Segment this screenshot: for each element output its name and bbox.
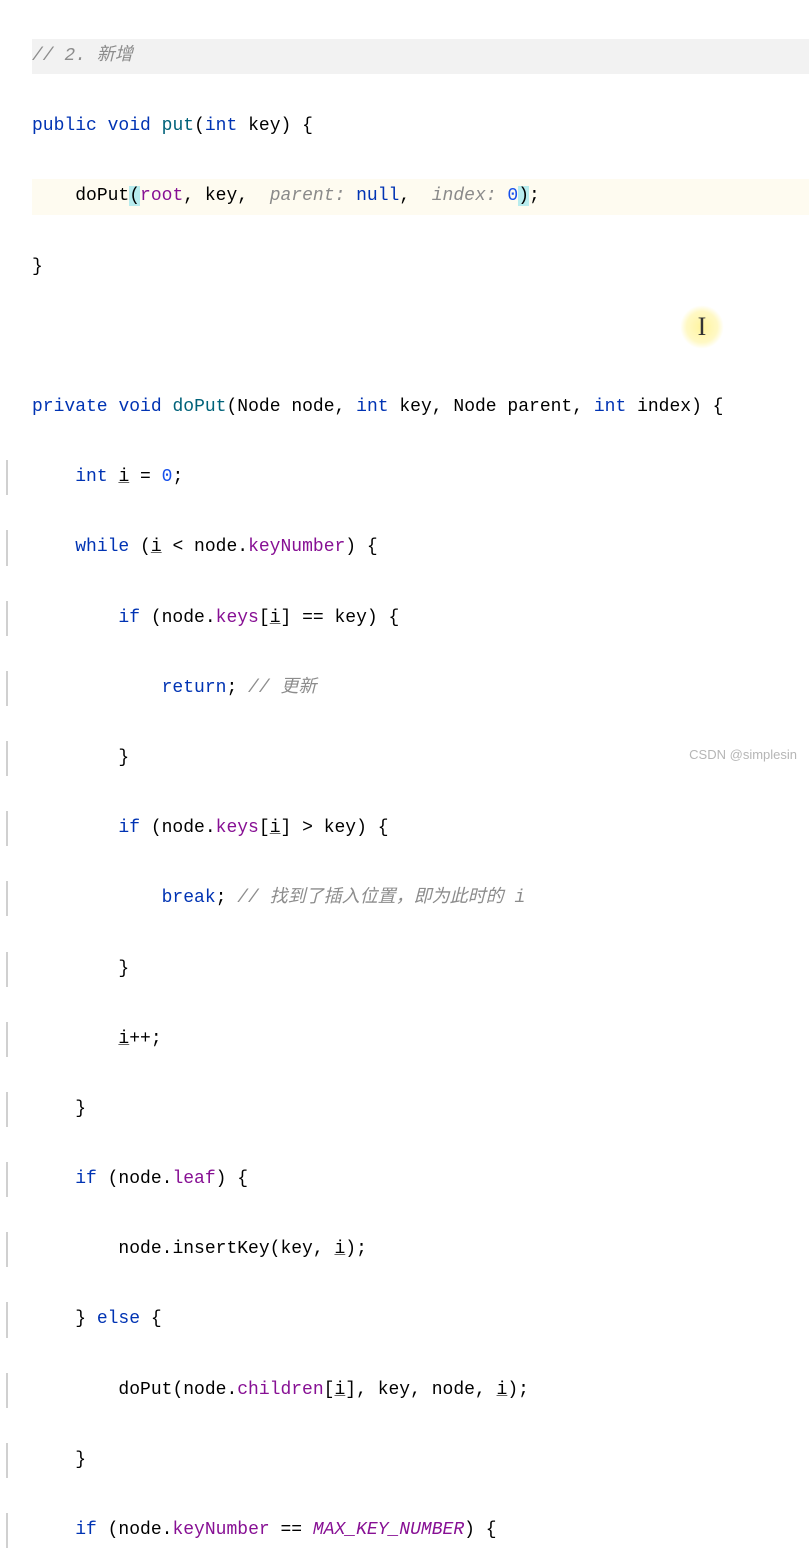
code-line: return; // 更新 bbox=[32, 671, 809, 706]
comment: // 找到了插入位置，即为此时的 i bbox=[237, 888, 525, 908]
param-hint: parent: bbox=[270, 186, 346, 206]
gutter-bar bbox=[6, 1162, 8, 1197]
identifier: i bbox=[270, 818, 281, 838]
field: keyNumber bbox=[248, 537, 345, 557]
field: leaf bbox=[172, 1169, 215, 1189]
gutter-bar bbox=[6, 1373, 8, 1408]
method-name: doPut bbox=[172, 397, 226, 417]
paren-highlight: ( bbox=[129, 186, 140, 206]
param-hint: index: bbox=[432, 186, 497, 206]
keyword: private bbox=[32, 397, 108, 417]
number: 0 bbox=[162, 467, 173, 487]
field: root bbox=[140, 186, 183, 206]
identifier: i bbox=[497, 1380, 508, 1400]
code-line: break; // 找到了插入位置，即为此时的 i bbox=[32, 881, 809, 916]
code-line: doPut(node.children[i], key, node, i); bbox=[32, 1373, 809, 1408]
gutter-bar bbox=[6, 741, 8, 776]
identifier: i bbox=[334, 1239, 345, 1259]
code-line: } bbox=[32, 250, 809, 285]
type: Node bbox=[453, 397, 496, 417]
comment: // 2. 新增 bbox=[32, 46, 133, 66]
param: key bbox=[399, 397, 431, 417]
param: key bbox=[248, 116, 280, 136]
method-call: doPut bbox=[118, 1380, 172, 1400]
field: keys bbox=[216, 818, 259, 838]
keyword: void bbox=[108, 116, 151, 136]
keyword: if bbox=[118, 818, 140, 838]
keyword: if bbox=[75, 1520, 97, 1540]
number: 0 bbox=[507, 186, 518, 206]
comment: // 更新 bbox=[248, 678, 316, 698]
paren-highlight: ) bbox=[518, 186, 529, 206]
keyword: null bbox=[356, 186, 399, 206]
keyword: int bbox=[205, 116, 237, 136]
gutter-bar bbox=[6, 811, 8, 846]
keyword: int bbox=[75, 467, 107, 487]
type: Node bbox=[237, 397, 280, 417]
gutter-bar bbox=[6, 881, 8, 916]
code-line: i++; bbox=[32, 1022, 809, 1057]
identifier: i bbox=[118, 1029, 129, 1049]
code-line: if (node.keys[i] == key) { bbox=[32, 601, 809, 636]
code-line: public void put(int key) { bbox=[32, 109, 809, 144]
field: children bbox=[237, 1380, 323, 1400]
code-line: if (node.leaf) { bbox=[32, 1162, 809, 1197]
identifier: i bbox=[334, 1380, 345, 1400]
keyword: else bbox=[97, 1309, 140, 1329]
keyword: return bbox=[162, 678, 227, 698]
code-line: } bbox=[32, 1092, 809, 1127]
code-line: if (node.keys[i] > key) { bbox=[32, 811, 809, 846]
code-editor[interactable]: // 2. 新增 public void put(int key) { doPu… bbox=[0, 0, 809, 1550]
watermark: CSDN @simplesin bbox=[689, 742, 797, 767]
code-line bbox=[32, 320, 809, 355]
gutter-bar bbox=[6, 1092, 8, 1127]
constant: MAX_KEY_NUMBER bbox=[313, 1520, 464, 1540]
keyword: if bbox=[118, 608, 140, 628]
gutter-bar bbox=[6, 601, 8, 636]
code-line: private void doPut(Node node, int key, N… bbox=[32, 390, 809, 425]
gutter-bar bbox=[6, 671, 8, 706]
field: keys bbox=[216, 608, 259, 628]
keyword: int bbox=[356, 397, 388, 417]
method-call: doPut bbox=[75, 186, 129, 206]
code-line: } bbox=[32, 952, 809, 987]
keyword: void bbox=[118, 397, 161, 417]
keyword: int bbox=[594, 397, 626, 417]
param: parent bbox=[507, 397, 572, 417]
method-name: put bbox=[162, 116, 194, 136]
identifier: i bbox=[270, 608, 281, 628]
gutter-bar bbox=[6, 1232, 8, 1267]
code-line: if (node.keyNumber == MAX_KEY_NUMBER) { bbox=[32, 1513, 809, 1548]
gutter-bar bbox=[6, 1302, 8, 1337]
param: index bbox=[637, 397, 691, 417]
code-line: } else { bbox=[32, 1302, 809, 1337]
keyword: public bbox=[32, 116, 97, 136]
gutter-bar bbox=[6, 1513, 8, 1548]
field: keyNumber bbox=[172, 1520, 269, 1540]
gutter-bar bbox=[6, 1443, 8, 1478]
identifier: i bbox=[151, 537, 162, 557]
gutter-bar bbox=[6, 460, 8, 495]
gutter-bar bbox=[6, 1022, 8, 1057]
keyword: while bbox=[75, 537, 129, 557]
code-line: int i = 0; bbox=[32, 460, 809, 495]
keyword: if bbox=[75, 1169, 97, 1189]
identifier: key bbox=[205, 186, 237, 206]
code-line: doPut(root, key, parent: null, index: 0)… bbox=[32, 179, 809, 214]
code-line: } bbox=[32, 1443, 809, 1478]
code-line: // 2. 新增 bbox=[32, 39, 809, 74]
keyword: break bbox=[162, 888, 216, 908]
param: node bbox=[291, 397, 334, 417]
method-call: insertKey bbox=[172, 1239, 269, 1259]
code-line: node.insertKey(key, i); bbox=[32, 1232, 809, 1267]
gutter-bar bbox=[6, 952, 8, 987]
identifier: i bbox=[118, 467, 129, 487]
code-line: while (i < node.keyNumber) { bbox=[32, 530, 809, 565]
gutter-bar bbox=[6, 530, 8, 565]
